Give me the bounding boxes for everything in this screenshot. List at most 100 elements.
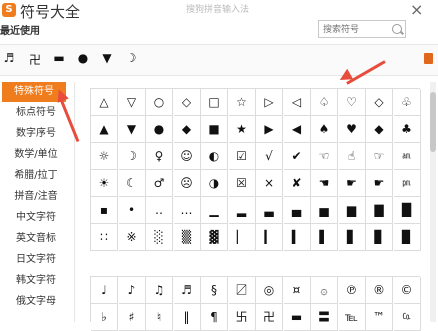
symbol-cell[interactable]: ★ bbox=[228, 116, 256, 143]
sidebar-item[interactable]: 拼音/注音 bbox=[0, 187, 72, 207]
symbol-cell[interactable]: × bbox=[256, 170, 283, 197]
symbol-cell[interactable]: ● bbox=[146, 116, 173, 143]
symbol-cell[interactable]: ▶ bbox=[256, 116, 283, 143]
symbol-cell[interactable]: ♤ bbox=[311, 89, 338, 116]
symbol-cell[interactable]: ‥ bbox=[146, 197, 173, 224]
recent-symbol[interactable]: ☽ bbox=[124, 51, 138, 65]
recent-symbol[interactable]: 卍 bbox=[28, 51, 42, 68]
recent-symbol[interactable]: ● bbox=[76, 51, 90, 65]
trash-icon[interactable] bbox=[424, 53, 433, 64]
symbol-cell[interactable]: ♣ bbox=[393, 116, 421, 143]
symbol-cell[interactable]: © bbox=[393, 277, 421, 304]
recent-symbol[interactable]: ▼ bbox=[100, 51, 114, 65]
symbol-cell[interactable]: ♂ bbox=[146, 170, 173, 197]
symbol-cell[interactable]: ▲ bbox=[91, 116, 118, 143]
symbol-cell[interactable]: ○ bbox=[146, 89, 173, 116]
symbol-cell[interactable]: ☜ bbox=[311, 143, 338, 170]
symbol-cell[interactable]: ☀ bbox=[91, 170, 118, 197]
symbol-cell[interactable]: ¤ bbox=[283, 277, 311, 304]
symbol-cell[interactable]: ۞ bbox=[311, 277, 338, 304]
symbol-cell[interactable]: ♪ bbox=[118, 277, 146, 304]
recent-symbol[interactable]: ▬ bbox=[52, 51, 66, 65]
symbol-cell[interactable]: ㏘ bbox=[393, 170, 421, 197]
symbol-cell[interactable]: ▏ bbox=[228, 224, 256, 251]
symbol-cell[interactable]: ™ bbox=[366, 304, 393, 331]
symbol-cell[interactable]: 〼 bbox=[228, 277, 256, 304]
symbol-cell[interactable]: ▽ bbox=[118, 89, 146, 116]
symbol-cell[interactable]: □ bbox=[201, 89, 228, 116]
symbol-cell[interactable]: ☼ bbox=[91, 143, 118, 170]
symbol-cell[interactable]: ◆ bbox=[173, 116, 201, 143]
symbol-cell[interactable]: ® bbox=[366, 277, 393, 304]
sidebar-item[interactable]: 韩文字符 bbox=[0, 271, 72, 291]
close-icon[interactable]: × bbox=[410, 0, 423, 19]
search-icon[interactable] bbox=[392, 24, 402, 34]
symbol-cell[interactable]: ℗ bbox=[338, 277, 366, 304]
sidebar-item[interactable]: 俄文字母 bbox=[0, 292, 72, 312]
symbol-cell[interactable]: … bbox=[173, 197, 201, 224]
symbol-cell[interactable]: ♫ bbox=[146, 277, 173, 304]
symbol-cell[interactable]: ☝ bbox=[338, 143, 366, 170]
symbol-cell[interactable]: 〓 bbox=[311, 304, 338, 331]
symbol-cell[interactable]: ☛ bbox=[366, 170, 393, 197]
symbol-cell[interactable]: ㏇ bbox=[393, 304, 421, 331]
symbol-cell[interactable]: § bbox=[201, 277, 228, 304]
symbol-cell[interactable]: ▌ bbox=[311, 224, 338, 251]
symbol-cell[interactable]: ♠ bbox=[311, 116, 338, 143]
symbol-cell[interactable]: ▃ bbox=[256, 197, 283, 224]
symbol-cell[interactable]: ▄ bbox=[283, 197, 311, 224]
symbol-cell[interactable]: ♧ bbox=[393, 89, 421, 116]
scrollbar[interactable] bbox=[430, 82, 436, 322]
symbol-cell[interactable]: ▇ bbox=[366, 197, 393, 224]
symbol-cell[interactable]: ♀ bbox=[146, 143, 173, 170]
symbol-cell[interactable]: ▍ bbox=[283, 224, 311, 251]
symbol-cell[interactable]: ▅ bbox=[311, 197, 338, 224]
symbol-cell[interactable]: √ bbox=[256, 143, 283, 170]
symbol-cell[interactable]: ¶ bbox=[201, 304, 228, 331]
symbol-cell[interactable]: ☑ bbox=[228, 143, 256, 170]
symbol-cell[interactable]: • bbox=[118, 197, 146, 224]
sidebar-item[interactable]: 中文字符 bbox=[0, 208, 72, 228]
symbol-cell[interactable]: ☒ bbox=[228, 170, 256, 197]
symbol-cell[interactable]: ▎ bbox=[256, 224, 283, 251]
symbol-cell[interactable]: ☛ bbox=[338, 170, 366, 197]
symbol-cell[interactable]: ℡ bbox=[338, 304, 366, 331]
symbol-cell[interactable]: ♥ bbox=[338, 116, 366, 143]
recent-symbol[interactable]: ♬ bbox=[2, 51, 16, 65]
sidebar-item[interactable]: 数学/单位 bbox=[0, 145, 72, 165]
symbol-cell[interactable]: ◑ bbox=[201, 170, 228, 197]
symbol-cell[interactable]: ☽ bbox=[118, 143, 146, 170]
symbol-cell[interactable]: ☹ bbox=[173, 170, 201, 197]
symbol-cell[interactable]: █ bbox=[393, 197, 421, 224]
sidebar-item[interactable]: 英文音标 bbox=[0, 229, 72, 249]
sidebar-item[interactable]: 希腊/拉丁 bbox=[0, 166, 72, 186]
symbol-cell[interactable]: ░ bbox=[146, 224, 173, 251]
search-input[interactable] bbox=[323, 23, 393, 36]
symbol-cell[interactable]: ▪ bbox=[91, 197, 118, 224]
symbol-cell[interactable]: ▼ bbox=[118, 116, 146, 143]
symbol-cell[interactable]: ◇ bbox=[366, 89, 393, 116]
symbol-cell[interactable]: △ bbox=[91, 89, 118, 116]
symbol-cell[interactable]: 卐 bbox=[228, 304, 256, 331]
symbol-cell[interactable]: 卍 bbox=[256, 304, 283, 331]
symbol-cell[interactable]: ✘ bbox=[283, 170, 311, 197]
symbol-cell[interactable]: ∷ bbox=[91, 224, 118, 251]
symbol-cell[interactable]: ☾ bbox=[118, 170, 146, 197]
symbol-cell[interactable]: ☚ bbox=[311, 170, 338, 197]
sidebar-item[interactable]: 日文字符 bbox=[0, 250, 72, 270]
symbol-cell[interactable]: ■ bbox=[201, 116, 228, 143]
symbol-cell[interactable]: ◇ bbox=[173, 89, 201, 116]
symbol-cell[interactable]: ‖ bbox=[173, 304, 201, 331]
symbol-cell[interactable]: ▆ bbox=[338, 197, 366, 224]
symbol-cell[interactable]: ◎ bbox=[256, 277, 283, 304]
symbol-cell[interactable]: ◀ bbox=[283, 116, 311, 143]
symbol-cell[interactable]: ♬ bbox=[173, 277, 201, 304]
symbol-cell[interactable]: ▂ bbox=[228, 197, 256, 224]
search-box[interactable] bbox=[318, 20, 406, 38]
symbol-cell[interactable]: ♭ bbox=[91, 304, 118, 331]
symbol-cell[interactable]: ☆ bbox=[228, 89, 256, 116]
symbol-cell[interactable]: ▬ bbox=[283, 304, 311, 331]
symbol-cell[interactable]: ▁ bbox=[201, 197, 228, 224]
symbol-cell[interactable]: ☺ bbox=[173, 143, 201, 170]
symbol-cell[interactable]: ▒ bbox=[173, 224, 201, 251]
